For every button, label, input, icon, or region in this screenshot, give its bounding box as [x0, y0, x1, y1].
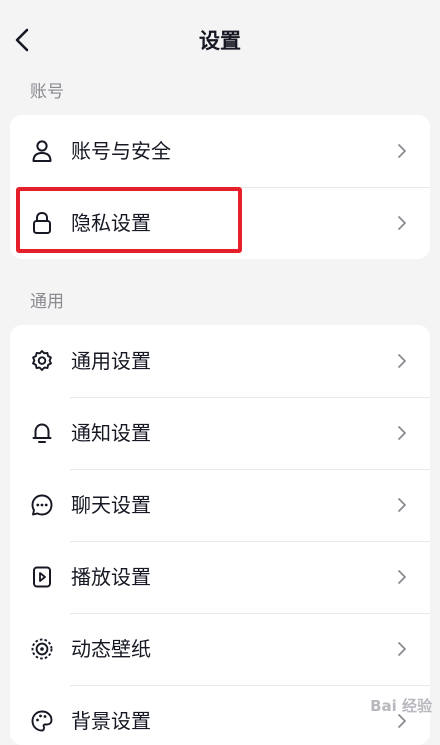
settings-item-chat[interactable]: 聊天设置 — [10, 469, 430, 541]
bell-icon — [30, 421, 54, 445]
settings-item-label: 通用设置 — [71, 349, 151, 373]
section-label-general: 通用 — [30, 292, 64, 312]
settings-item-privacy[interactable]: 隐私设置 — [10, 187, 430, 259]
play-icon — [30, 565, 54, 589]
settings-item-label: 通知设置 — [71, 421, 151, 445]
palette-icon — [30, 709, 54, 733]
settings-item-label: 动态壁纸 — [71, 637, 151, 661]
general-card: 通用设置 通知设置 聊天设置 播放设置 动态壁纸 背景设置 — [10, 325, 430, 745]
settings-item-general[interactable]: 通用设置 — [10, 325, 430, 397]
account-card: 账号与安全 隐私设置 — [10, 115, 430, 259]
settings-item-label: 隐私设置 — [71, 211, 151, 235]
page-title: 设置 — [199, 29, 241, 53]
chevron-right-icon — [398, 498, 406, 512]
chevron-right-icon — [398, 144, 406, 158]
wallpaper-icon — [30, 637, 54, 661]
chevron-right-icon — [398, 426, 406, 440]
chevron-right-icon — [398, 216, 406, 230]
section-label-account: 账号 — [30, 82, 64, 102]
settings-item-label: 账号与安全 — [71, 139, 171, 163]
settings-item-background[interactable]: 背景设置 — [10, 685, 430, 745]
header: 设置 — [0, 0, 440, 82]
gear-icon — [30, 349, 54, 373]
settings-item-label: 背景设置 — [71, 709, 151, 733]
watermark: Bai 经验 — [370, 697, 432, 715]
settings-item-live-wallpaper[interactable]: 动态壁纸 — [10, 613, 430, 685]
chevron-right-icon — [398, 642, 406, 656]
settings-item-playback[interactable]: 播放设置 — [10, 541, 430, 613]
chat-icon — [30, 493, 54, 517]
chevron-right-icon — [398, 570, 406, 584]
settings-item-account-security[interactable]: 账号与安全 — [10, 115, 430, 187]
chevron-right-icon — [398, 354, 406, 368]
person-icon — [30, 139, 54, 163]
settings-item-label: 聊天设置 — [71, 493, 151, 517]
lock-icon — [30, 211, 54, 235]
settings-item-label: 播放设置 — [71, 565, 151, 589]
settings-item-notifications[interactable]: 通知设置 — [10, 397, 430, 469]
